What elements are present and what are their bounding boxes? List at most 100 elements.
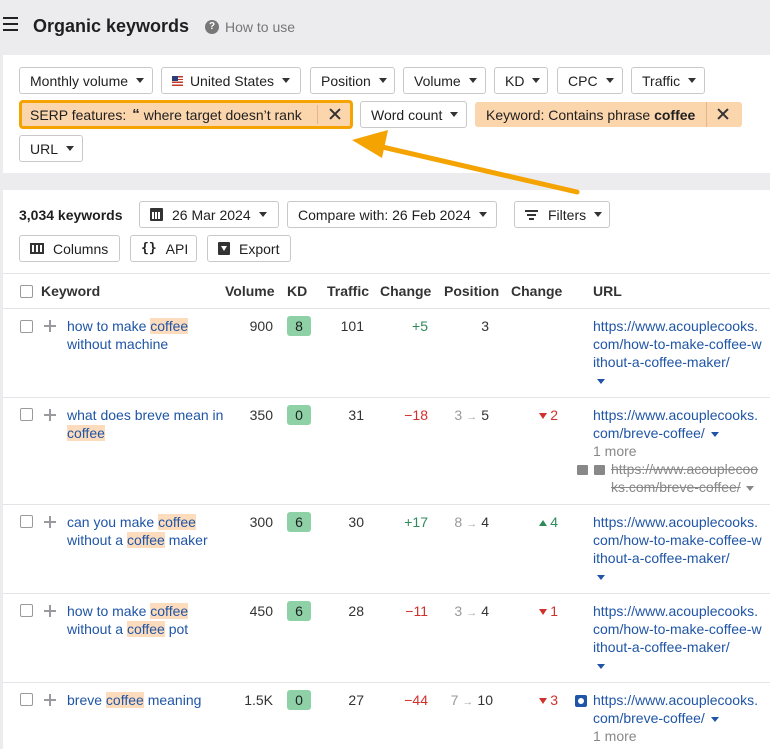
row-checkbox[interactable] xyxy=(20,320,33,333)
col-traffic[interactable]: Traffic xyxy=(327,283,369,299)
row-checkbox[interactable] xyxy=(20,604,33,617)
col-position-change[interactable]: Change xyxy=(511,283,562,299)
col-position[interactable]: Position xyxy=(444,283,499,299)
position-change: 3 xyxy=(539,692,558,708)
caret-down-icon xyxy=(66,146,75,151)
close-icon[interactable] xyxy=(714,105,732,123)
caret-down-icon[interactable] xyxy=(745,485,754,491)
keyword-filter-value: coffee xyxy=(654,106,696,123)
ranking-url[interactable]: https://www.acouplecooks.com/breve-coffe… xyxy=(593,691,763,727)
col-kd[interactable]: KD xyxy=(287,283,307,299)
export-button[interactable]: Export xyxy=(207,235,291,262)
keyword-filter-prefix: Keyword: Contains phrase xyxy=(486,106,655,123)
volume-dropdown[interactable]: Volume xyxy=(403,67,486,94)
filters-label: Filters xyxy=(548,206,587,223)
more-urls-link[interactable]: 1 more xyxy=(593,443,637,459)
caret-down-icon xyxy=(532,78,541,83)
caret-down-icon xyxy=(136,78,145,83)
caret-down-icon xyxy=(688,78,697,83)
plus-icon[interactable] xyxy=(44,694,56,706)
row-checkbox[interactable] xyxy=(20,515,33,528)
us-flag-icon xyxy=(172,75,183,86)
api-button[interactable]: {} API xyxy=(130,235,197,262)
caret-down-icon xyxy=(605,78,614,83)
row-checkbox[interactable] xyxy=(20,408,33,421)
plus-icon[interactable] xyxy=(44,516,56,528)
date-label: 26 Mar 2024 xyxy=(172,206,251,223)
col-keyword[interactable]: Keyword xyxy=(41,283,100,299)
more-urls-link[interactable]: 1 more xyxy=(593,728,637,744)
position-dropdown[interactable]: Position xyxy=(310,67,395,94)
kd-badge: 0 xyxy=(287,690,311,710)
traffic-dropdown[interactable]: Traffic xyxy=(631,67,705,94)
ranking-url[interactable]: https://www.acouplecooks.com/how-to-make… xyxy=(593,602,763,674)
country-dropdown[interactable]: United States xyxy=(161,67,301,94)
previous-url[interactable]: https://www.acouplecooks.com/breve-coffe… xyxy=(611,460,761,496)
caret-down-icon xyxy=(258,212,267,217)
ranking-url[interactable]: https://www.acouplecooks.com/breve-coffe… xyxy=(593,406,763,442)
volume-value: 300 xyxy=(249,514,273,530)
caret-down-icon[interactable] xyxy=(597,663,605,669)
traffic-change: −18 xyxy=(404,407,428,423)
plus-icon[interactable] xyxy=(44,605,56,617)
how-to-use-label: How to use xyxy=(225,19,296,35)
ranking-url[interactable]: https://www.acouplecooks.com/how-to-make… xyxy=(593,513,763,585)
position-value: 3 → 4 xyxy=(454,603,489,619)
plus-icon[interactable] xyxy=(44,320,56,332)
caret-down-icon xyxy=(450,112,459,117)
caret-down-icon xyxy=(282,78,290,83)
cpc-dropdown[interactable]: CPC xyxy=(557,67,623,94)
api-label: API xyxy=(165,240,189,257)
divider xyxy=(3,504,770,505)
caret-down-icon xyxy=(594,212,603,217)
caret-down-icon[interactable] xyxy=(597,574,605,580)
serp-features-prefix: SERP features: xyxy=(30,106,127,123)
monthly-volume-dropdown[interactable]: Monthly volume xyxy=(19,67,153,94)
date-picker[interactable]: 26 Mar 2024 xyxy=(139,201,279,228)
volume-label: Volume xyxy=(414,72,461,89)
keyword-link[interactable]: what does breve mean in coffee xyxy=(67,406,227,442)
caret-down-icon[interactable] xyxy=(710,431,719,437)
caret-down-icon[interactable] xyxy=(597,378,605,384)
position-change: 1 xyxy=(539,603,558,619)
columns-button[interactable]: Columns xyxy=(19,235,120,262)
select-all-checkbox[interactable] xyxy=(20,285,33,298)
triangle-up-icon xyxy=(539,520,548,527)
volume-value: 350 xyxy=(249,407,273,423)
export-label: Export xyxy=(239,240,280,257)
col-url[interactable]: URL xyxy=(593,283,622,299)
col-volume[interactable]: Volume xyxy=(225,283,275,299)
keyword-link[interactable]: can you make coffee without a coffee mak… xyxy=(67,513,227,549)
divider xyxy=(317,105,318,124)
url-label: URL xyxy=(30,140,59,157)
how-to-use-link[interactable]: ? How to use xyxy=(205,19,295,35)
hamburger-icon[interactable] xyxy=(3,17,18,32)
compare-label: Compare with: 26 Feb 2024 xyxy=(298,206,471,223)
keyword-link[interactable]: how to make coffee without a coffee pot xyxy=(67,602,227,638)
traffic-change: −44 xyxy=(404,692,428,708)
caret-down-icon[interactable] xyxy=(710,716,719,722)
ranking-url[interactable]: https://www.acouplecooks.com/how-to-make… xyxy=(593,317,763,389)
page-header: Organic keywords ? How to use xyxy=(0,0,770,54)
compare-dropdown[interactable]: Compare with: 26 Feb 2024 xyxy=(287,201,497,228)
position-label: Position xyxy=(321,72,371,89)
url-dropdown[interactable]: URL xyxy=(19,135,83,162)
close-icon[interactable] xyxy=(326,105,344,123)
word-count-dropdown[interactable]: Word count xyxy=(360,101,467,128)
api-icon: {} xyxy=(141,241,157,256)
traffic-change: −11 xyxy=(405,603,428,619)
serp-features-filter[interactable]: SERP features: “ where target doesn’t ra… xyxy=(19,100,353,129)
kd-dropdown[interactable]: KD xyxy=(494,67,548,94)
divider xyxy=(3,593,770,594)
plus-icon[interactable] xyxy=(44,409,56,421)
divider xyxy=(706,102,707,127)
position-change: 2 xyxy=(539,407,558,423)
keyword-filter-chip[interactable]: Keyword: Contains phrase coffee xyxy=(475,102,742,127)
filters-button[interactable]: Filters xyxy=(514,201,610,228)
col-change[interactable]: Change xyxy=(380,283,431,299)
kd-badge: 8 xyxy=(287,316,311,336)
keyword-link[interactable]: how to make coffee without machine xyxy=(67,317,227,353)
position-value: 3 xyxy=(481,318,489,334)
row-checkbox[interactable] xyxy=(20,693,33,706)
keyword-link[interactable]: breve coffee meaning xyxy=(67,691,227,709)
